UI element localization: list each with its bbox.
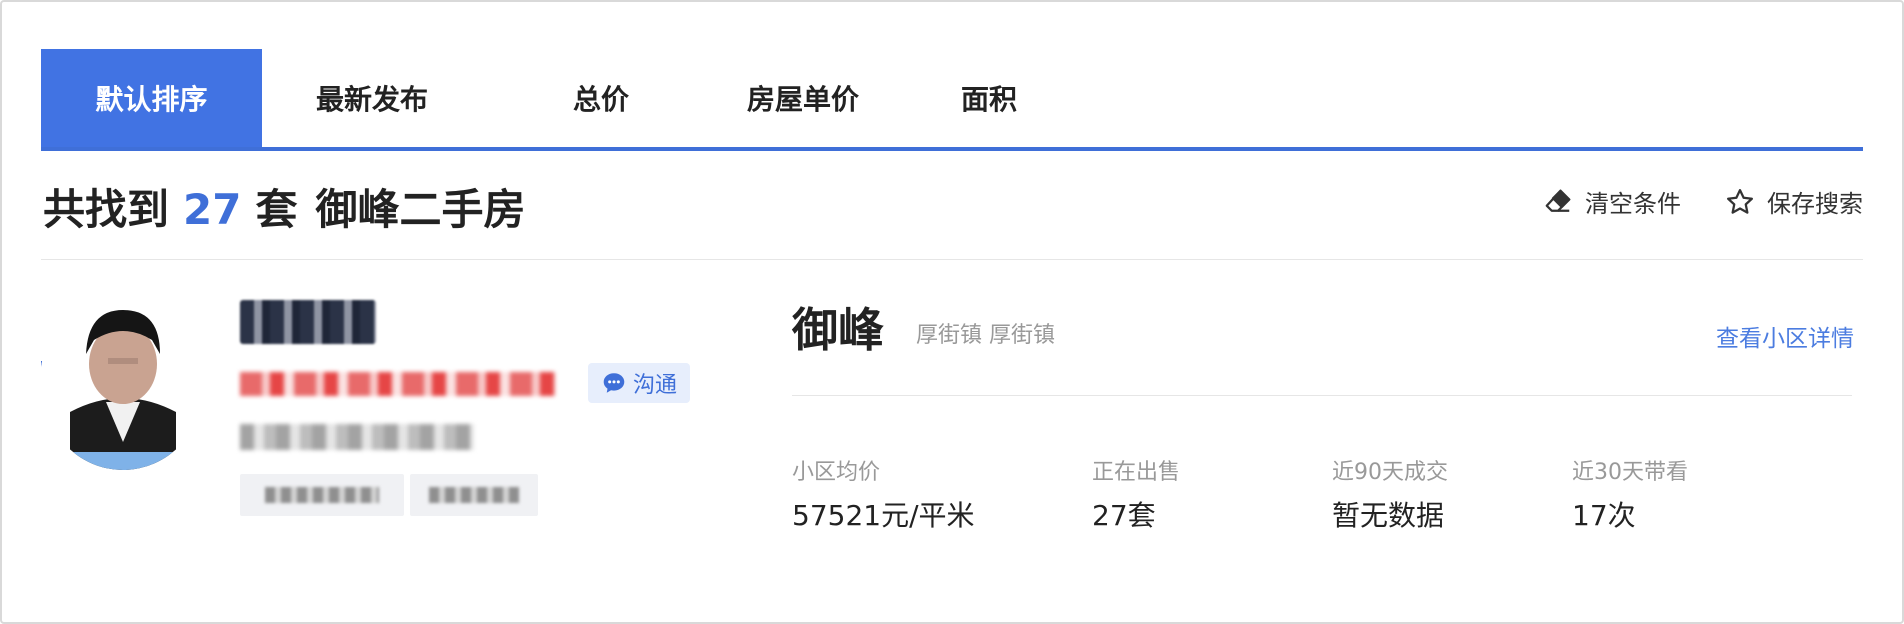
result-query: 御峰二手房 xyxy=(315,185,526,234)
agent-info-redacted xyxy=(240,424,474,450)
tab-total-price[interactable]: 总价 xyxy=(541,49,661,147)
save-search-label: 保存搜索 xyxy=(1767,190,1863,218)
agent-avatar[interactable] xyxy=(40,292,206,470)
stat-label: 近30天带看 xyxy=(1572,460,1688,485)
stat-value: 27套 xyxy=(1092,499,1156,532)
eraser-icon xyxy=(1545,189,1571,212)
agent-store-redacted xyxy=(240,372,556,396)
tab-newest[interactable]: 最新发布 xyxy=(262,49,482,147)
tab-area[interactable]: 面积 xyxy=(939,49,1039,147)
stat-avg-price: 小区均价 57521元/平米 xyxy=(792,454,975,534)
sort-tabs: 默认排序 最新发布 总价 房屋单价 面积 xyxy=(41,49,1863,151)
chat-label: 沟通 xyxy=(632,373,677,398)
stat-value: 17次 xyxy=(1572,499,1636,532)
result-title: 共找到 27 套御峰二手房 xyxy=(43,176,526,237)
community-area: 厚街镇 厚街镇 xyxy=(916,323,1055,348)
community-name: 御峰 xyxy=(792,303,884,357)
tab-unit-price[interactable]: 房屋单价 xyxy=(713,49,893,147)
stat-value: 57521元/平米 xyxy=(792,499,975,532)
stat-viewings-30d: 近30天带看 17次 xyxy=(1572,454,1688,534)
result-unit: 套 xyxy=(255,185,298,234)
result-prefix: 共找到 xyxy=(43,185,170,234)
agent-tag xyxy=(240,474,404,516)
save-search-button[interactable]: 保存搜索 xyxy=(1725,184,1863,219)
agent-name-redacted xyxy=(240,300,376,344)
stat-label: 小区均价 xyxy=(792,460,881,485)
clear-filters-button[interactable]: 清空条件 xyxy=(1543,184,1681,219)
agent-photo-icon xyxy=(40,292,206,470)
chat-button[interactable]: 沟通 xyxy=(588,363,690,403)
header-divider xyxy=(41,259,1863,260)
result-count: 27 xyxy=(183,185,242,234)
chat-bubble-icon xyxy=(603,373,625,393)
clear-filters-label: 清空条件 xyxy=(1585,190,1681,218)
tab-default-sort[interactable]: 默认排序 xyxy=(41,49,262,147)
stat-label: 近90天成交 xyxy=(1332,460,1448,485)
community-divider xyxy=(792,395,1852,396)
community-detail-link[interactable]: 查看小区详情 xyxy=(1716,319,1854,353)
stat-deals-90d: 近90天成交 暂无数据 xyxy=(1332,454,1448,534)
agent-tag xyxy=(410,474,538,516)
stat-value: 暂无数据 xyxy=(1332,499,1445,532)
result-actions: 清空条件 保存搜索 xyxy=(1543,184,1863,219)
stat-on-sale: 正在出售 27套 xyxy=(1092,454,1180,534)
stat-label: 正在出售 xyxy=(1092,460,1181,485)
star-icon xyxy=(1727,188,1753,214)
